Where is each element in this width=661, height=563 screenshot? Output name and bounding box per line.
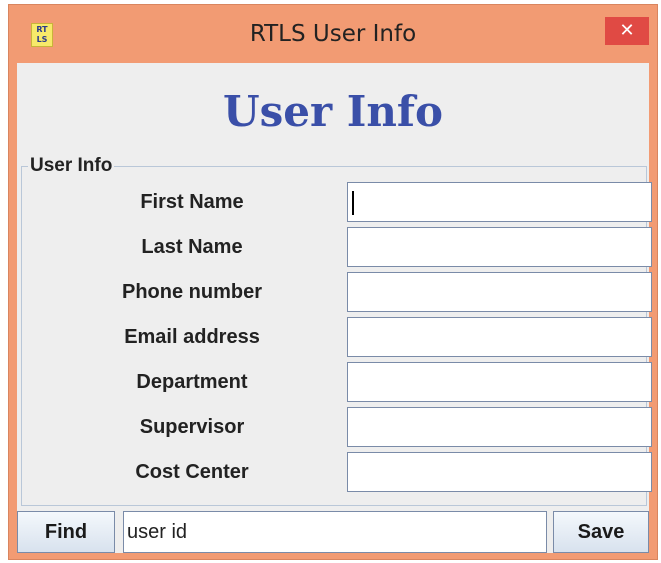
field-row-supervisor: Supervisor: [22, 405, 652, 449]
last-name-field[interactable]: [347, 227, 652, 267]
email-address-field[interactable]: [347, 317, 652, 357]
supervisor-field[interactable]: [347, 407, 652, 447]
find-button[interactable]: Find: [17, 511, 115, 553]
phone-number-field[interactable]: [347, 272, 652, 312]
field-row-email-address: Email address: [22, 315, 652, 359]
phone-number-label: Phone number: [121, 281, 262, 303]
email-address-label: Email address: [124, 326, 260, 348]
field-row-first-name: First Name: [22, 180, 652, 224]
field-row-last-name: Last Name: [22, 225, 652, 269]
app-window: RT LS RTLS User Info ✕ User Info User Inf…: [8, 4, 658, 560]
cost-center-field[interactable]: [347, 452, 652, 492]
user-id-input[interactable]: user id: [123, 511, 547, 553]
field-row-phone-number: Phone number: [22, 270, 652, 314]
department-label: Department: [136, 371, 248, 393]
window-title: RTLS User Info: [249, 21, 417, 47]
supervisor-label: Supervisor: [139, 416, 245, 438]
bottom-bar: Find user id Save: [17, 511, 649, 553]
last-name-label: Last Name: [141, 236, 243, 258]
group-legend: User Info: [28, 155, 115, 177]
first-name-field[interactable]: [347, 182, 652, 222]
first-name-label: First Name: [140, 191, 244, 213]
client-area: User Info User Info First Name Last Name…: [17, 63, 652, 553]
department-field[interactable]: [347, 362, 652, 402]
field-row-cost-center: Cost Center: [22, 450, 652, 494]
text-caret: [352, 191, 354, 215]
save-button[interactable]: Save: [553, 511, 649, 553]
user-info-group: User Info First Name Last Name Phone num…: [21, 155, 652, 506]
cost-center-label: Cost Center: [135, 461, 249, 483]
close-button[interactable]: ✕: [605, 17, 649, 45]
close-icon: ✕: [619, 20, 635, 41]
page-heading: User Info: [222, 87, 443, 136]
field-row-department: Department: [22, 360, 652, 404]
title-bar[interactable]: RT LS RTLS User Info ✕: [9, 5, 657, 63]
